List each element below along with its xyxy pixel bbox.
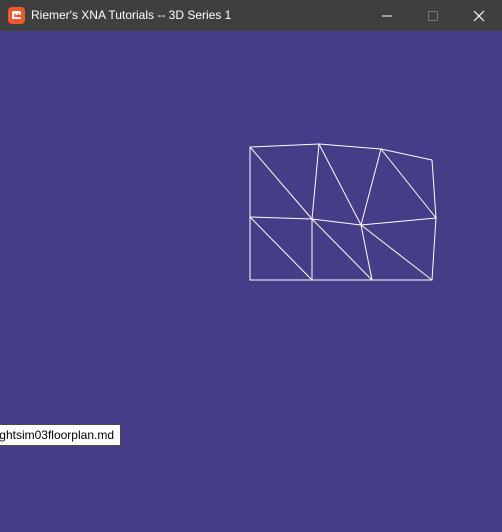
game-client-area[interactable]: ghtsim03floorplan.md [0,31,502,532]
monogame-logo-icon [8,7,25,24]
minimize-icon [382,15,392,16]
application-window: Riemer's XNA Tutorials -- 3D Series 1 gh… [0,0,502,532]
maximize-icon [428,10,438,21]
close-button[interactable] [456,0,502,31]
tooltip-text: ghtsim03floorplan.md [0,428,114,442]
minimize-button[interactable] [364,0,410,31]
close-icon [473,10,485,21]
wireframe-viewport [249,143,437,281]
window-title: Riemer's XNA Tutorials -- 3D Series 1 [31,8,232,22]
title-bar[interactable]: Riemer's XNA Tutorials -- 3D Series 1 [0,0,502,31]
maximize-button[interactable] [410,0,456,31]
triangle-wireframe-mesh [249,143,437,281]
tooltip: ghtsim03floorplan.md [0,424,121,446]
